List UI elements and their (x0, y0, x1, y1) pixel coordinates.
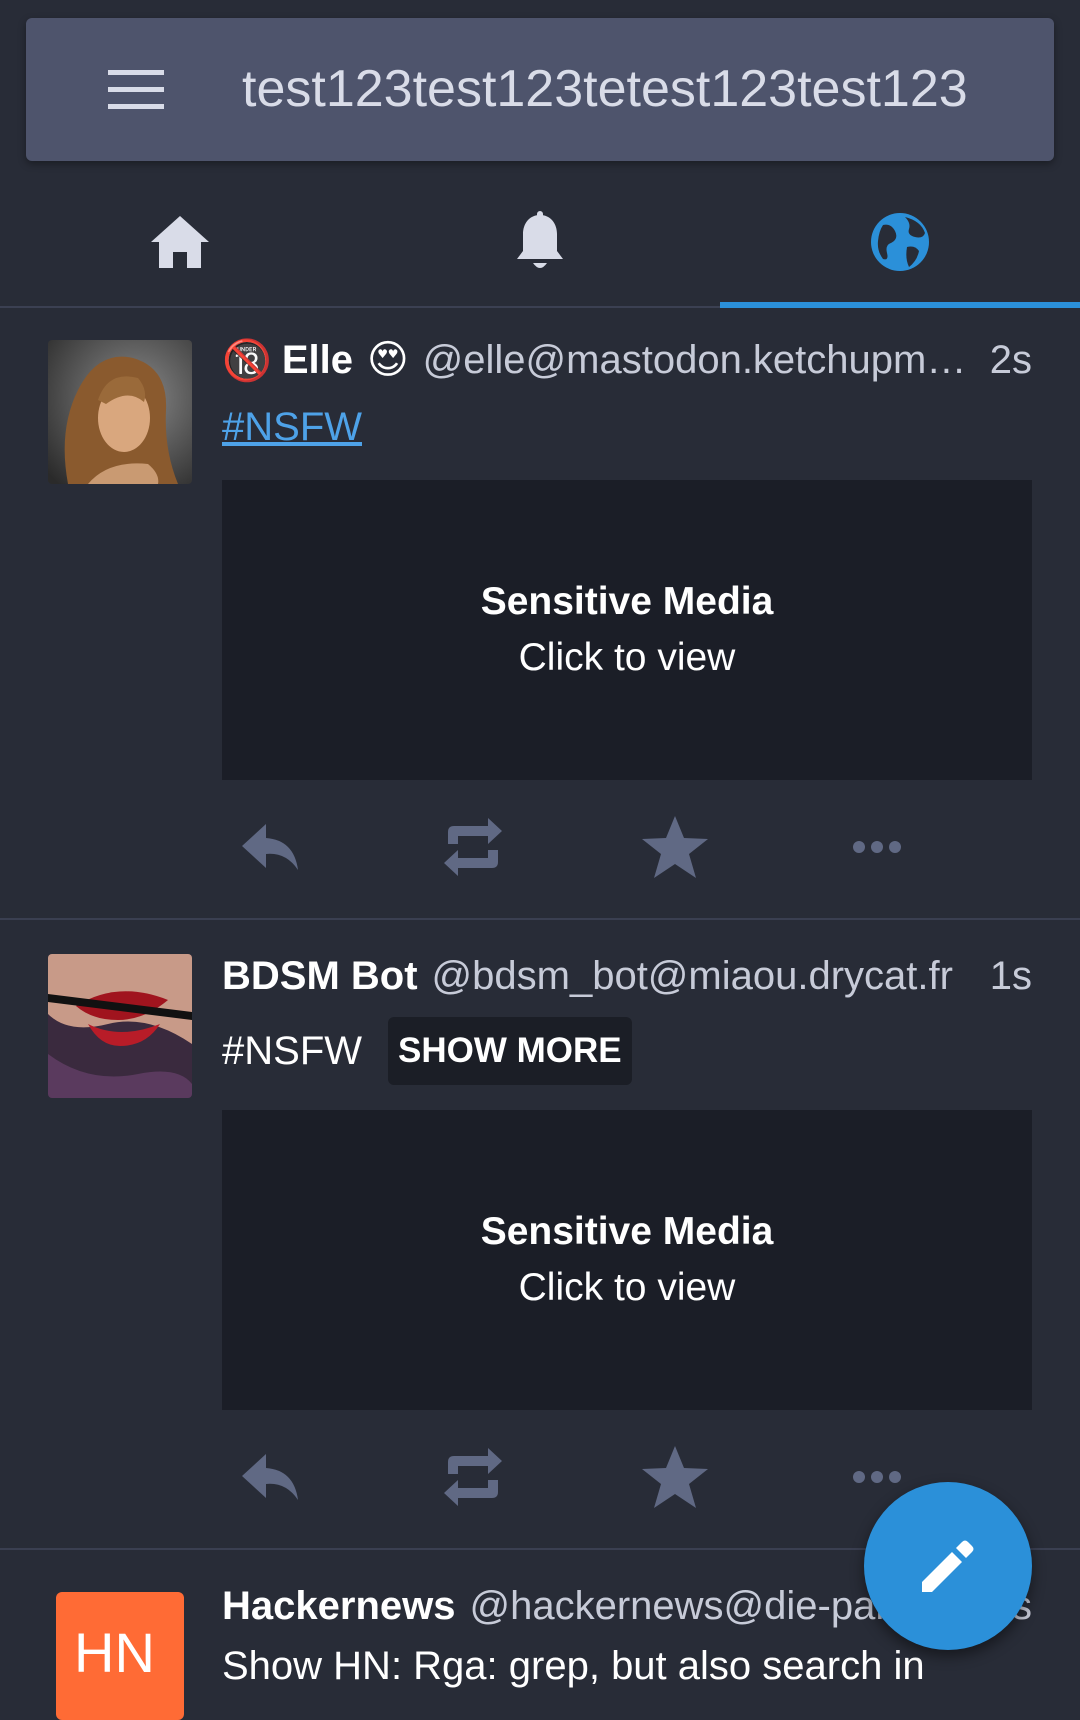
status-bdsm-bot: BDSM Bot @bdsm_bot@miaou.drycat.fr 1s #N… (0, 920, 1080, 1550)
bell-icon (517, 211, 563, 268)
tab-home[interactable] (0, 178, 360, 306)
avatar-text: HN (74, 1621, 155, 1684)
avatar[interactable] (48, 340, 192, 484)
content-warning-text: #NSFW (222, 1028, 362, 1073)
adult-emoji: 🔞 (222, 338, 272, 383)
timestamp[interactable]: 2s (990, 338, 1032, 383)
reply-icon[interactable] (226, 1432, 316, 1522)
tab-federated[interactable] (720, 178, 1080, 308)
avatar[interactable]: HN (56, 1592, 184, 1720)
status-header: 🔞 Elle 😍 @elle@mastodon.ketchupmoustache… (222, 330, 1032, 390)
more-icon[interactable] (832, 802, 922, 892)
timeline-tabs (0, 178, 1080, 308)
boost-icon[interactable] (428, 1432, 518, 1522)
status-elle: 🔞 Elle 😍 @elle@mastodon.ketchupmoustache… (0, 308, 1080, 920)
favourite-icon[interactable] (630, 802, 720, 892)
status-content: #NSFW (222, 402, 362, 452)
display-name[interactable]: Elle (282, 338, 353, 383)
hashtag-link[interactable]: #NSFW (222, 405, 362, 450)
sensitive-media-subtitle: Click to view (518, 636, 736, 679)
status-header: BDSM Bot @bdsm_bot@miaou.drycat.fr 1s (222, 946, 1032, 1006)
favourite-icon[interactable] (630, 1432, 720, 1522)
tab-notifications[interactable] (360, 178, 720, 306)
sensitive-media-title: Sensitive Media (480, 1210, 774, 1253)
show-more-button[interactable]: SHOW MORE (388, 1017, 632, 1085)
account-handle[interactable]: @elle@mastodon.ketchupmoustache.com (423, 338, 984, 383)
home-icon (151, 216, 209, 268)
account-handle[interactable]: @bdsm_bot@miaou.drycat.fr (432, 954, 984, 999)
display-name[interactable]: Hackernews (222, 1584, 455, 1629)
heart-eyes-emoji: 😍 (366, 338, 409, 382)
app-bar: test123test123tetest123test123 (26, 18, 1054, 161)
boost-icon[interactable] (428, 802, 518, 892)
reply-icon[interactable] (226, 802, 316, 892)
globe-icon (871, 213, 929, 271)
compose-button[interactable] (864, 1482, 1032, 1650)
status-actions (222, 802, 1032, 892)
avatar[interactable] (48, 954, 192, 1098)
status-text: Show HN: Rga: grep, but also search in (222, 1644, 925, 1688)
sensitive-media-title: Sensitive Media (480, 580, 774, 623)
hamburger-menu-icon[interactable] (106, 68, 166, 112)
sensitive-media-subtitle: Click to view (518, 1266, 736, 1309)
sensitive-media[interactable]: Sensitive Media Click to view (222, 1110, 1032, 1410)
display-name[interactable]: BDSM Bot (222, 954, 418, 999)
status-content: #NSFW SHOW MORE (222, 1016, 632, 1086)
timestamp[interactable]: 1s (990, 954, 1032, 999)
pencil-icon (922, 1540, 974, 1592)
account-title: test123test123tetest123test123 (242, 60, 968, 118)
sensitive-media[interactable]: Sensitive Media Click to view (222, 480, 1032, 780)
